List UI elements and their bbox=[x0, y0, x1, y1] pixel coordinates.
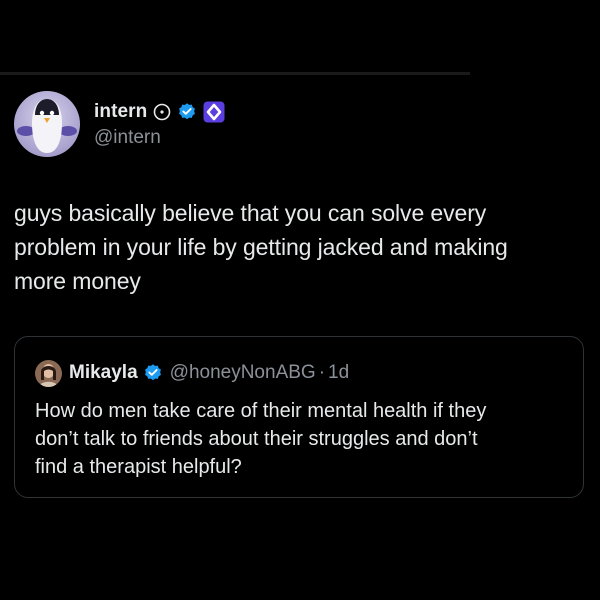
author-name-block: intern @intern bbox=[94, 99, 225, 149]
user-photo-avatar-icon bbox=[35, 359, 62, 387]
quote-text: How do men take care of their mental hea… bbox=[35, 397, 575, 481]
quote-header: Mikayla @honeyNonABG · 1d bbox=[35, 359, 349, 387]
dot-separator: · bbox=[318, 362, 326, 383]
author-name-row: intern bbox=[94, 99, 225, 125]
tweet-text-line: guys basically believe that you can solv… bbox=[14, 200, 487, 226]
author-handle[interactable]: @intern bbox=[94, 127, 225, 149]
quote-author-avatar[interactable] bbox=[35, 359, 62, 387]
verified-badge-icon[interactable] bbox=[177, 102, 197, 122]
quote-author-name[interactable]: Mikayla bbox=[69, 362, 138, 384]
quote-timestamp[interactable]: 1d bbox=[328, 362, 349, 384]
tweet-text-line: more money bbox=[14, 268, 141, 294]
quote-text-line: find a therapist helpful? bbox=[35, 456, 242, 478]
quote-text-line: don’t talk to friends about their strugg… bbox=[35, 428, 478, 450]
quoted-tweet-card[interactable]: Mikayla @honeyNonABG · 1d How do men tak… bbox=[14, 336, 584, 498]
quote-author-handle[interactable]: @honeyNonABG bbox=[170, 362, 316, 384]
post-screenshot: intern @intern guys basically believe th… bbox=[0, 0, 600, 600]
verified-badge-icon[interactable] bbox=[143, 363, 163, 383]
author-display-name[interactable]: intern bbox=[94, 101, 147, 123]
penguin-avatar-icon bbox=[14, 91, 80, 157]
tweet-text: guys basically believe that you can solv… bbox=[14, 196, 589, 298]
clock-icon bbox=[153, 103, 171, 121]
tweet-header: intern @intern bbox=[14, 90, 225, 158]
tweet-text-line: problem in your life by getting jacked a… bbox=[14, 234, 508, 260]
affiliate-badge-icon[interactable] bbox=[203, 101, 225, 123]
top-divider bbox=[0, 72, 470, 75]
quote-text-line: How do men take care of their mental hea… bbox=[35, 400, 487, 422]
author-avatar[interactable] bbox=[14, 91, 80, 157]
